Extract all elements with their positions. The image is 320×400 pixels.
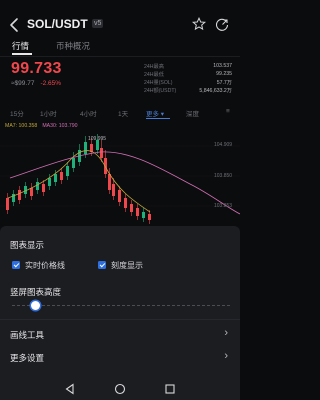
drawing-tools-label: 画线工具 <box>10 330 45 340</box>
interval-1h[interactable]: 1小时 <box>40 108 57 118</box>
candle-body <box>100 148 103 158</box>
system-nav-bar <box>0 376 240 400</box>
stat-row: 24H最高 103.537 <box>144 63 232 71</box>
stat-key: 24H量(SOL) <box>144 80 173 86</box>
interval-more-label: 更多 <box>146 111 159 118</box>
share-icon[interactable] <box>215 18 229 32</box>
candle-body <box>42 184 45 192</box>
last-price: 99.733 <box>11 60 62 77</box>
candle-body <box>6 198 9 210</box>
interval-more[interactable]: 更多 ▾ <box>146 108 164 118</box>
chart-settings-icon[interactable]: ≡ <box>226 108 230 115</box>
candle-body <box>104 158 107 174</box>
candle-body <box>36 182 39 190</box>
candle-body <box>136 208 139 216</box>
scale-display-label[interactable]: 刻度显示 <box>111 260 143 271</box>
more-settings-row[interactable]: 更多设置 › <box>0 348 240 368</box>
interval-15m[interactable]: 15分 <box>10 108 24 118</box>
stat-row: 24H量(SOL) 57.7万 <box>144 79 232 87</box>
star-icon[interactable] <box>191 16 207 34</box>
candle-body <box>118 190 121 202</box>
price-label: 103.853 <box>214 203 232 209</box>
interval-underline <box>146 118 170 119</box>
stat-value: 57.7万 <box>216 80 232 86</box>
chart-height-title: 竖屏图表高度 <box>10 287 62 297</box>
candle-body <box>112 184 115 196</box>
stat-key: 24H额(USDT) <box>144 88 177 94</box>
stat-row: 24H最低 99.235 <box>144 71 232 79</box>
pair-title[interactable]: SOL/USDT <box>27 17 88 31</box>
candle-body <box>66 166 69 176</box>
triangle-back-icon[interactable] <box>64 382 76 395</box>
approx-usd-price: ≈$99.77 <box>11 80 35 87</box>
candle-body <box>142 212 145 218</box>
candle-body <box>72 158 75 168</box>
interval-bar: 15分 1小时 4小时 1天 更多 ▾ 深度 ≡ <box>0 106 240 120</box>
price-label: 103.850 <box>214 173 232 179</box>
stat-key: 24H最高 <box>144 64 164 70</box>
pair-badge: v5 <box>92 19 104 28</box>
stat-value: 5,846,633.2万 <box>199 88 232 94</box>
stats-panel: 24H最高 103.537 24H最低 99.235 24H量(SOL) 57.7万 … <box>144 63 232 95</box>
interval-1d[interactable]: 1天 <box>118 108 128 118</box>
stat-value: 103.537 <box>213 63 232 69</box>
candle-body <box>124 198 127 208</box>
price-label: 109.995 <box>88 136 106 142</box>
tab-market[interactable]: 行情 <box>12 40 29 52</box>
chevron-right-icon: › <box>224 327 228 339</box>
square-recent-icon[interactable] <box>164 382 176 394</box>
candle-body <box>18 190 21 200</box>
back-arrow-icon[interactable] <box>6 16 24 34</box>
chart-settings-sheet: 图表显示 实时价格线 刻度显示 竖屏图表高度 画线工具 › 更多设置 › <box>0 226 240 376</box>
change-percent: -2.65% <box>40 80 62 87</box>
candle-body <box>60 172 63 180</box>
candle-body <box>108 174 111 190</box>
chart-height-slider-track[interactable] <box>12 305 230 306</box>
candle-body <box>30 188 33 196</box>
candles <box>6 134 151 224</box>
price-label: 104.909 <box>214 142 232 148</box>
stat-value: 99.235 <box>216 71 232 77</box>
realtime-price-label[interactable]: 实时价格线 <box>25 260 65 271</box>
status-bar <box>0 0 240 10</box>
tab-coin-overview[interactable]: 币种概况 <box>56 40 90 52</box>
interval-4h[interactable]: 4小时 <box>80 108 97 118</box>
interval-depth[interactable]: 深度 <box>186 108 199 118</box>
candle-body <box>130 204 133 212</box>
divider <box>0 56 240 57</box>
top-bar: SOL/USDT v5 <box>0 12 240 38</box>
scale-display-checkbox[interactable] <box>98 261 106 269</box>
candle-body <box>54 174 57 182</box>
circle-home-icon[interactable] <box>114 382 126 395</box>
realtime-price-checkbox[interactable] <box>12 261 20 269</box>
drawing-tools-row[interactable]: 画线工具 › <box>0 325 240 345</box>
divider <box>0 319 240 320</box>
candlestick-chart[interactable]: 109.995 104.909 103.850 103.853 <box>0 128 240 226</box>
stat-row: 24H额(USDT) 5,846,633.2万 <box>144 87 232 95</box>
price-sub: ≈$99.77 -2.65% <box>11 80 61 87</box>
chart-display-title: 图表显示 <box>10 240 45 250</box>
tab-underline <box>12 53 32 55</box>
chevron-right-icon: › <box>224 350 228 362</box>
candle-body <box>148 214 151 220</box>
more-settings-label: 更多设置 <box>10 353 45 363</box>
candle-body <box>48 178 51 186</box>
stat-key: 24H最低 <box>144 72 164 78</box>
candle-body <box>84 142 87 154</box>
chart-height-slider-thumb[interactable] <box>31 301 41 310</box>
